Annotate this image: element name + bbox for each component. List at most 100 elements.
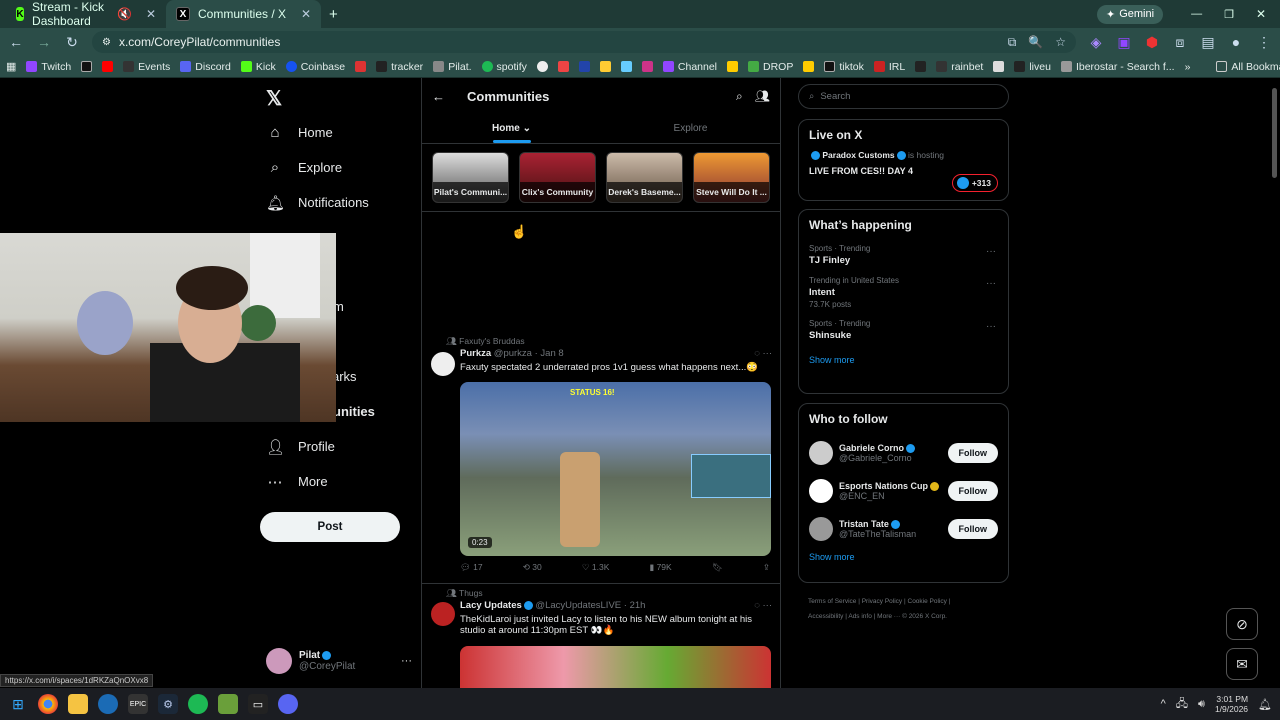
trend-item[interactable]: Trending in United States Intent 73.7K pos… xyxy=(799,272,1008,315)
more-dots-icon[interactable]: ··· xyxy=(986,278,996,289)
minecraft-icon[interactable] xyxy=(218,694,238,714)
bookmark-item[interactable] xyxy=(599,61,611,72)
search-icon[interactable]: ⌕ xyxy=(736,89,743,104)
post-handle[interactable]: @purkza xyxy=(494,348,532,359)
scrollbar[interactable] xyxy=(1272,88,1277,178)
post[interactable]: 👥︎ Faxuty's Bruddas Purkza @purkza · Jan… xyxy=(422,334,780,584)
sidepanel-icon[interactable]: ▤ xyxy=(1200,34,1216,51)
post-author[interactable]: Lacy Updates xyxy=(460,600,522,611)
twitch-ext-icon[interactable]: ▣ xyxy=(1116,34,1132,51)
browser-icon[interactable] xyxy=(98,694,118,714)
show-more-link[interactable]: Show more xyxy=(799,548,1008,566)
tray-chevron-icon[interactable]: ^ xyxy=(1161,698,1166,710)
bookmark-star-icon[interactable]: ☆ xyxy=(1055,35,1066,50)
window-close-icon[interactable]: ✕ xyxy=(1256,7,1266,21)
community-card[interactable]: Pilat's Communi... xyxy=(432,152,509,203)
bookmark-item[interactable] xyxy=(557,61,569,72)
install-icon[interactable]: ⧉ xyxy=(1008,35,1017,50)
account-switcher[interactable]: Pilat @CoreyPilat ··· xyxy=(266,648,412,674)
file-explorer-icon[interactable] xyxy=(68,694,88,714)
bookmark-item[interactable] xyxy=(355,61,367,72)
show-more-link[interactable]: Show more xyxy=(799,347,1008,373)
views-button[interactable]: ▮ 79K xyxy=(650,562,672,573)
post[interactable]: 👥︎ Thugs Lacy Updates @LacyUpdatesLIVE ·… xyxy=(422,586,780,688)
nav-profile[interactable]: 👤︎ Profile xyxy=(266,429,426,464)
footer-link[interactable]: Accessibility xyxy=(808,613,843,620)
post-button[interactable]: Post xyxy=(260,512,400,542)
tab-home[interactable]: Home ⌄ xyxy=(422,114,601,143)
footer-link[interactable]: Cookie Policy xyxy=(908,598,947,605)
post-time[interactable]: 21h xyxy=(630,600,646,611)
clock[interactable]: 3:01 PM 1/9/2026 xyxy=(1215,694,1248,714)
close-icon[interactable]: ✕ xyxy=(146,7,156,21)
bookmark-item[interactable] xyxy=(993,61,1005,72)
all-bookmarks[interactable]: All Bookmarks xyxy=(1216,61,1280,73)
mute-icon[interactable]: 🔇 xyxy=(117,7,132,21)
steam-icon[interactable]: ⚙ xyxy=(158,694,178,714)
back-arrow-icon[interactable]: ← xyxy=(432,89,445,104)
grok-icon[interactable]: ◌ xyxy=(754,348,760,359)
post-author[interactable]: Purkza xyxy=(460,348,491,359)
minimize-icon[interactable]: — xyxy=(1191,8,1202,20)
epic-games-icon[interactable]: EPIC xyxy=(128,694,148,714)
windows-start-icon[interactable]: ⊞ xyxy=(8,694,28,714)
discord-icon[interactable] xyxy=(278,694,298,714)
avatar[interactable] xyxy=(431,602,455,626)
reply-button[interactable]: 💬︎ 17 xyxy=(460,562,483,573)
bookmark-item[interactable] xyxy=(620,61,632,72)
nav-more[interactable]: ⋯ More xyxy=(266,464,426,499)
extensions-puzzle-icon[interactable]: ⧈ xyxy=(1172,34,1188,51)
nav-partial-communities[interactable]: unities xyxy=(333,404,375,419)
back-icon[interactable]: ← xyxy=(8,34,24,50)
bookmark-item[interactable]: rainbet xyxy=(936,61,983,73)
trend-item[interactable]: Sports · Trending TJ Finley ··· xyxy=(799,240,1008,272)
restore-icon[interactable]: ❐ xyxy=(1224,8,1234,21)
address-bar[interactable]: ⚙ x.com/CoreyPilat/communities ⧉ 🔍 ☆ xyxy=(92,31,1076,53)
tab-explore[interactable]: Explore xyxy=(601,114,780,143)
more-dots-icon[interactable]: ··· xyxy=(763,348,773,359)
post-community[interactable]: Faxuty's Bruddas xyxy=(459,336,524,346)
forward-icon[interactable]: → xyxy=(36,34,52,50)
post-handle[interactable]: @LacyUpdatesLIVE xyxy=(535,600,621,611)
bookmark-item[interactable] xyxy=(641,61,653,72)
bookmark-item[interactable]: Coinbase xyxy=(285,61,345,73)
share-icon[interactable]: ⇪ xyxy=(763,562,770,573)
post-community[interactable]: Thugs xyxy=(459,588,483,598)
search-box[interactable]: ⌕ Search xyxy=(798,84,1009,109)
obs-icon[interactable]: ▭ xyxy=(248,694,268,714)
bookmark-item[interactable]: Iberostar - Search f... xyxy=(1060,61,1175,73)
bookmark-item[interactable] xyxy=(803,61,815,72)
bookmark-item[interactable] xyxy=(536,61,548,72)
nav-explore[interactable]: ⌕ Explore xyxy=(266,150,426,185)
bookmark-item[interactable]: Events xyxy=(123,61,170,73)
grok-icon[interactable]: ◌ xyxy=(754,600,760,611)
close-icon[interactable]: ✕ xyxy=(301,7,311,21)
spotify-icon[interactable] xyxy=(188,694,208,714)
volume-icon[interactable]: 🔊︎ xyxy=(1198,698,1205,711)
bookmark-item[interactable] xyxy=(102,61,114,72)
gemini-button[interactable]: ✦ Gemini xyxy=(1097,4,1164,24)
more-bookmarks-icon[interactable]: » xyxy=(1185,61,1191,73)
bookmark-item[interactable]: tiktok xyxy=(824,61,864,73)
bookmark-item[interactable] xyxy=(81,61,93,72)
chrome-icon[interactable] xyxy=(38,694,58,714)
new-tab-button[interactable]: + xyxy=(329,6,338,23)
bookmark-item[interactable]: Pilat. xyxy=(433,61,472,73)
nav-home[interactable]: ⌂ Home xyxy=(266,115,426,150)
bookmark-item[interactable]: tracker xyxy=(376,61,423,73)
trend-item[interactable]: Sports · Trending Shinsuke ··· xyxy=(799,315,1008,347)
grok-float-button[interactable]: ⊘ xyxy=(1226,608,1258,640)
footer-link[interactable]: Terms of Service xyxy=(808,598,856,605)
network-icon[interactable]: 🖧 xyxy=(1176,695,1188,714)
bookmark-item[interactable]: Kick xyxy=(240,61,276,73)
post-video[interactable]: STATUS 16! 0:23 xyxy=(460,382,771,556)
create-community-icon[interactable]: 👥︎ xyxy=(755,89,770,104)
bookmark-item[interactable]: Discord xyxy=(180,61,231,73)
community-card[interactable]: Derek's Baseme... xyxy=(606,152,683,203)
zoom-icon[interactable]: 🔍 xyxy=(1028,35,1043,50)
avatar[interactable] xyxy=(431,352,455,376)
bookmark-icon[interactable]: 🔖︎ xyxy=(712,562,723,573)
profile-avatar-icon[interactable]: ● xyxy=(1228,34,1244,50)
tab-communities[interactable]: X Communities / X ✕ xyxy=(166,0,321,28)
community-card[interactable]: Clix's Community xyxy=(519,152,596,203)
